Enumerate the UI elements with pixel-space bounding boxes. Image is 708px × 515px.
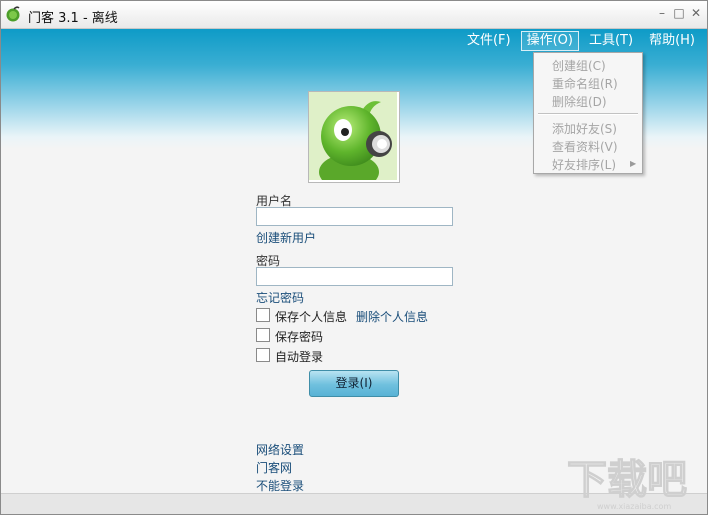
menu-help[interactable]: 帮助(H)	[643, 31, 701, 51]
forgot-password-link[interactable]: 忘记密码	[256, 289, 304, 306]
minimize-button[interactable]: –	[656, 7, 668, 19]
menu-separator	[538, 113, 638, 115]
menu-tools[interactable]: 工具(T)	[583, 31, 639, 51]
save-password-checkbox[interactable]	[256, 328, 270, 342]
maximize-button[interactable]: □	[673, 7, 685, 19]
menu-bar: 文件(F) 操作(O) 工具(T) 帮助(H)	[457, 31, 701, 51]
watermark-logo: 下载吧 www.xiazaiba.com	[566, 453, 707, 513]
save-info-checkbox[interactable]	[256, 308, 270, 322]
svg-text:www.xiazaiba.com: www.xiazaiba.com	[597, 502, 671, 511]
menu-file[interactable]: 文件(F)	[461, 31, 517, 51]
create-user-link[interactable]: 创建新用户	[256, 229, 316, 246]
title-bar: 门客 3.1 - 离线 – □ ✕	[1, 1, 707, 29]
menu-view-profile[interactable]: 查看资料(V)	[552, 138, 618, 155]
save-password-label: 保存密码	[275, 330, 324, 344]
password-input[interactable]	[256, 267, 453, 286]
site-link[interactable]: 门客网	[256, 459, 292, 476]
menu-sort-friends[interactable]: 好友排序(L)	[552, 156, 616, 173]
submenu-arrow-icon: ▶	[630, 159, 637, 168]
avatar-mascot-icon	[309, 92, 397, 190]
auto-login-checkbox[interactable]	[256, 348, 270, 362]
avatar	[308, 91, 400, 190]
auto-login-label: 自动登录	[275, 350, 324, 364]
save-info-label: 保存个人信息	[275, 310, 348, 324]
menu-create-group[interactable]: 创建组(C)	[552, 57, 606, 74]
app-logo-icon	[6, 6, 20, 22]
menu-rename-group[interactable]: 重命名组(R)	[552, 75, 618, 92]
window-title: 门客 3.1 - 离线	[28, 11, 118, 26]
delete-info-link[interactable]: 删除个人信息	[356, 308, 428, 325]
menu-delete-group[interactable]: 删除组(D)	[552, 93, 607, 110]
username-input[interactable]	[256, 207, 453, 226]
close-button[interactable]: ✕	[690, 7, 702, 19]
menu-operation[interactable]: 操作(O)	[520, 31, 579, 51]
operation-dropdown-menu: 创建组(C) 重命名组(R) 删除组(D) 添加好友(S) 查看资料(V) 好友…	[533, 52, 643, 174]
network-settings-link[interactable]: 网络设置	[256, 441, 304, 458]
login-button[interactable]: 登录(I)	[309, 370, 399, 397]
cannot-login-link[interactable]: 不能登录	[256, 477, 304, 494]
watermark-icon: 下载吧 www.xiazaiba.com	[566, 456, 687, 511]
svg-text:下载吧: 下载吧	[567, 457, 687, 503]
app-window: 门客 3.1 - 离线 – □ ✕ 文件(F) 操作(O) 工具(T) 帮助(H…	[0, 0, 708, 515]
menu-add-friend[interactable]: 添加好友(S)	[552, 120, 617, 137]
